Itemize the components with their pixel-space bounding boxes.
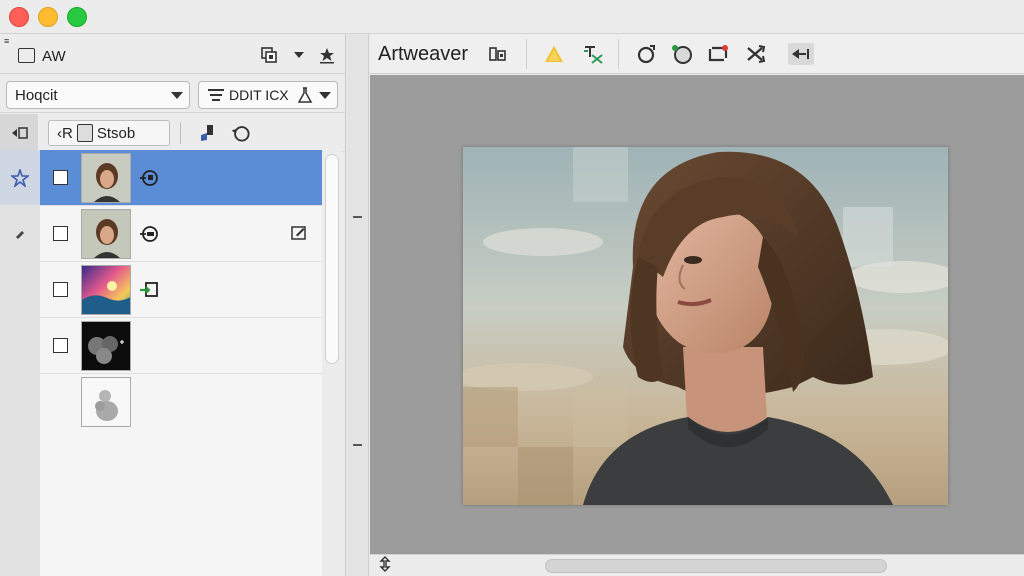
close-window-button[interactable]: [9, 7, 29, 27]
edit-layer-icon[interactable]: [290, 224, 308, 246]
layer-thumbnail: [81, 321, 131, 371]
toolbar-separator: [618, 39, 619, 69]
layer-list: [40, 150, 322, 576]
layer-thumbnail: [81, 209, 131, 259]
layer-row-portrait[interactable]: [40, 206, 322, 262]
list-icon: [208, 89, 224, 101]
transform-icon[interactable]: [706, 43, 730, 65]
layer-visibility-checkbox[interactable]: [53, 338, 68, 353]
layers-panel: ≡ AW Hoqcit DDIT ICX ‹R Stsob: [0, 34, 346, 576]
layer-tools-column: [0, 150, 40, 576]
text-transform-icon[interactable]: [582, 43, 606, 65]
layer-visibility-checkbox[interactable]: [53, 170, 68, 185]
window-titlebar: [0, 0, 1024, 34]
scrollbar-thumb[interactable]: [325, 154, 339, 364]
layer-thumbnail: [81, 265, 131, 315]
panel-divider[interactable]: [347, 34, 369, 576]
eraser-icon[interactable]: [0, 206, 40, 261]
opacity-select[interactable]: DDIT ICX: [198, 81, 338, 109]
layer-style-prefix: ‹R: [57, 124, 73, 142]
opacity-value: DDIT ICX: [229, 87, 289, 103]
zoom-window-button[interactable]: [67, 7, 87, 27]
blend-mode-select[interactable]: Hoqcit: [6, 81, 190, 109]
rotate-layer-icon[interactable]: [230, 122, 252, 144]
document-toolbar: Artweaver: [370, 34, 1024, 74]
toolbar-separator: [526, 39, 527, 69]
collapse-panel-icon[interactable]: [788, 43, 814, 65]
layer-row-portrait-copy[interactable]: [40, 150, 322, 206]
layer-row-mask-dark[interactable]: [40, 318, 322, 374]
panel-title: AW: [42, 48, 66, 65]
magic-select-icon[interactable]: [0, 150, 40, 205]
artwork-canvas[interactable]: [453, 147, 958, 505]
layer-square-icon: [76, 124, 93, 142]
link-badge-icon: [138, 280, 160, 304]
chevron-down-icon[interactable]: [288, 44, 310, 66]
layer-visibility-checkbox[interactable]: [53, 282, 68, 297]
layer-options-row: Hoqcit DDIT ICX: [0, 75, 346, 113]
warning-triangle-icon[interactable]: [542, 43, 566, 65]
panel-grip-icon: ≡: [4, 36, 10, 46]
layer-tools-row: ‹R Stsob: [0, 114, 346, 152]
brush-fill-icon[interactable]: [196, 122, 218, 144]
panel-window-icon: [18, 48, 35, 63]
layer-row-landscape[interactable]: [40, 262, 322, 318]
shuffle-icon[interactable]: [744, 43, 768, 65]
lasso-icon[interactable]: [634, 43, 658, 65]
document-info-icon[interactable]: [486, 43, 510, 65]
canvas-horizontal-scrollbar[interactable]: [370, 554, 1024, 576]
layer-style-label: Stsob: [96, 124, 136, 142]
canvas-area[interactable]: [370, 75, 1024, 554]
divider-handle: [353, 216, 362, 218]
layer-thumbnail: [81, 153, 131, 203]
mask-badge-icon: [138, 168, 160, 192]
blend-mode-value: Hoqcit: [15, 86, 58, 104]
layer-arrange-icon[interactable]: [0, 114, 38, 152]
layer-visibility-checkbox[interactable]: [53, 226, 68, 241]
flask-icon: [297, 87, 312, 103]
scrollbar-thumb[interactable]: [545, 559, 887, 573]
mask-badge-icon: [138, 224, 160, 248]
layer-style-button[interactable]: ‹R Stsob: [48, 120, 170, 146]
chevron-down-icon: [171, 92, 183, 99]
layers-panel-header: ≡ AW: [0, 34, 346, 74]
duplicate-layer-icon[interactable]: [258, 44, 280, 66]
ellipse-select-icon[interactable]: [670, 43, 694, 65]
pan-icon[interactable]: [378, 556, 392, 576]
app-title: Artweaver: [378, 43, 469, 65]
layer-thumbnail: [81, 377, 131, 427]
layer-row-silhouette[interactable]: [40, 374, 322, 430]
chevron-down-icon: [319, 92, 331, 99]
layer-list-scrollbar[interactable]: [323, 150, 343, 576]
toolbar-separator: [180, 122, 181, 144]
minimize-window-button[interactable]: [38, 7, 58, 27]
divider-handle: [353, 444, 362, 446]
pin-panel-icon[interactable]: [316, 44, 338, 66]
